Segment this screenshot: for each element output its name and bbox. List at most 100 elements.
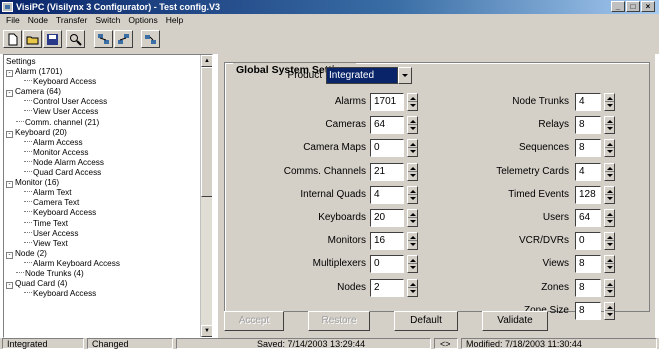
tree-connector — [24, 211, 32, 213]
minimize-button[interactable]: _ — [611, 1, 625, 12]
tree-item-monitor-access[interactable]: Monitor Access — [6, 148, 200, 158]
setting-label: VCR/DVRs — [518, 235, 569, 247]
tree-item-node-2[interactable]: - Node (2) — [6, 249, 200, 259]
maximize-button[interactable]: □ — [626, 1, 640, 12]
zone-size-input[interactable]: 8 — [575, 301, 601, 320]
setting-label: Relays — [538, 119, 569, 131]
collapse-toggle-icon[interactable]: - — [6, 181, 13, 189]
setting-row-users: Users — [218, 209, 569, 227]
product-dropdown-button[interactable] — [398, 67, 412, 84]
telemetry-cards-input[interactable]: 4 — [575, 162, 601, 181]
menu-file[interactable]: File — [2, 14, 24, 27]
tree-item-keyboard-access[interactable]: Keyboard Access — [6, 77, 200, 87]
settings-tree: Settings - Alarm (1701) Keyboard Access - Cam… — [6, 57, 200, 299]
setting-label: Users — [542, 212, 569, 223]
telemetry-cards-spinner[interactable] — [604, 162, 615, 181]
views-input[interactable]: 8 — [575, 255, 601, 274]
menu-options[interactable]: Options — [124, 14, 161, 27]
tree-item-alarm-1701[interactable]: - Alarm (1701) — [6, 67, 200, 78]
tree-item-view-text[interactable]: View Text — [6, 239, 200, 249]
relays-input[interactable]: 8 — [575, 116, 601, 135]
tree-item-camera-text[interactable]: Camera Text — [6, 198, 200, 208]
product-select[interactable]: Integrated — [326, 67, 398, 84]
tree-item-node-trunks-4[interactable]: Node Trunks (4) — [6, 269, 200, 279]
tree-item-label: Quad Card (4) — [15, 279, 68, 289]
users-input[interactable]: 64 — [575, 209, 601, 227]
menu-help[interactable]: Help — [162, 14, 187, 27]
network-icon[interactable] — [94, 30, 113, 48]
zones-spinner[interactable] — [604, 278, 615, 297]
transfer-icon[interactable] — [141, 30, 160, 48]
tree-scrollbar[interactable]: ▲ ▼ — [200, 55, 212, 337]
sequences-spinner[interactable] — [604, 139, 615, 158]
app-icon — [2, 2, 13, 12]
close-button[interactable]: × — [641, 1, 655, 12]
collapse-toggle-icon[interactable]: - — [6, 130, 13, 138]
tree-item-settings[interactable]: Settings — [6, 57, 200, 67]
tree-item-label: Camera Text — [33, 198, 80, 208]
tree-item-keyboard-20[interactable]: - Keyboard (20) — [6, 128, 200, 138]
accept-button[interactable]: Accept — [224, 311, 284, 331]
product-label: Product — [287, 70, 322, 81]
network-icon[interactable] — [114, 30, 133, 48]
tree-connector — [24, 201, 32, 203]
tree-connector — [24, 160, 32, 162]
node-trunks-input[interactable]: 4 — [575, 93, 601, 111]
tree-item-alarm-text[interactable]: Alarm Text — [6, 188, 200, 198]
tree-item-monitor-16[interactable]: - Monitor (16) — [6, 178, 200, 189]
tree-connector — [24, 221, 32, 223]
timed-events-input[interactable]: 128 — [575, 185, 601, 204]
tree-item-alarm-access[interactable]: Alarm Access — [6, 138, 200, 148]
product-row: Product — [258, 67, 322, 85]
tree-item-camera-64[interactable]: - Camera (64) — [6, 87, 200, 98]
tree-item-view-user-access[interactable]: View User Access — [6, 107, 200, 117]
collapse-toggle-icon[interactable]: - — [6, 70, 13, 78]
search-icon[interactable] — [66, 30, 85, 48]
tree-item-time-text[interactable]: Time Text — [6, 219, 200, 229]
zones-input[interactable]: 8 — [575, 278, 601, 297]
scroll-thumb[interactable] — [201, 67, 212, 197]
tree-item-comm-channel-21[interactable]: Comm. channel (21) — [6, 118, 200, 128]
scroll-down-button[interactable]: ▼ — [201, 325, 212, 337]
window-title: VisiPC (Visilynx 3 Configurator) - Test … — [16, 2, 221, 12]
tree-item-quad-card-access[interactable]: Quad Card Access — [6, 168, 200, 178]
tree-connector — [24, 110, 32, 112]
collapse-toggle-icon[interactable]: - — [6, 90, 13, 98]
tree-item-alarm-keyboard-access[interactable]: Alarm Keyboard Access — [6, 259, 200, 269]
tree-item-node-alarm-access[interactable]: Node Alarm Access — [6, 158, 200, 168]
tree-item-label: Keyboard Access — [33, 289, 97, 299]
menu-switch[interactable]: Switch — [91, 14, 124, 27]
save-icon[interactable] — [43, 30, 62, 48]
node-trunks-spinner[interactable] — [604, 93, 615, 111]
tree-item-label: Keyboard Access — [33, 77, 97, 87]
tree-connector — [24, 80, 32, 82]
tree-item-quad-card-4[interactable]: - Quad Card (4) — [6, 279, 200, 290]
restore-button[interactable]: Restore — [308, 311, 370, 331]
validate-button[interactable]: Validate — [482, 311, 548, 331]
collapse-toggle-icon[interactable]: - — [6, 282, 13, 290]
collapse-toggle-icon[interactable]: - — [6, 251, 13, 259]
vcr-dvrs-input[interactable]: 0 — [575, 232, 601, 251]
menu-node[interactable]: Node — [24, 14, 52, 27]
tree-item-label: Settings — [6, 57, 36, 66]
status-modified: Modified: 7/18/2003 11:30:44 — [461, 338, 657, 349]
setting-label: Node Trunks — [512, 96, 569, 107]
relays-spinner[interactable] — [604, 116, 615, 135]
setting-row-vcr-dvrs: VCR/DVRs — [218, 232, 569, 250]
default-button[interactable]: Default — [394, 311, 458, 331]
users-spinner[interactable] — [604, 209, 615, 227]
tree-item-keyboard-access[interactable]: Keyboard Access — [6, 208, 200, 218]
tree-item-user-access[interactable]: User Access — [6, 229, 200, 239]
scroll-up-button[interactable]: ▲ — [201, 55, 212, 67]
views-spinner[interactable] — [604, 255, 615, 274]
timed-events-spinner[interactable] — [604, 185, 615, 204]
menu-transfer[interactable]: Transfer — [52, 14, 91, 27]
zone-size-spinner[interactable] — [604, 301, 615, 320]
vcr-dvrs-spinner[interactable] — [604, 232, 615, 251]
sequences-input[interactable]: 8 — [575, 139, 601, 158]
new-file-icon[interactable] — [3, 30, 22, 48]
tree-item-keyboard-access[interactable]: Keyboard Access — [6, 289, 200, 299]
open-folder-icon[interactable] — [23, 30, 42, 48]
tree-item-label: Node (2) — [15, 248, 47, 258]
tree-item-control-user-access[interactable]: Control User Access — [6, 97, 200, 107]
